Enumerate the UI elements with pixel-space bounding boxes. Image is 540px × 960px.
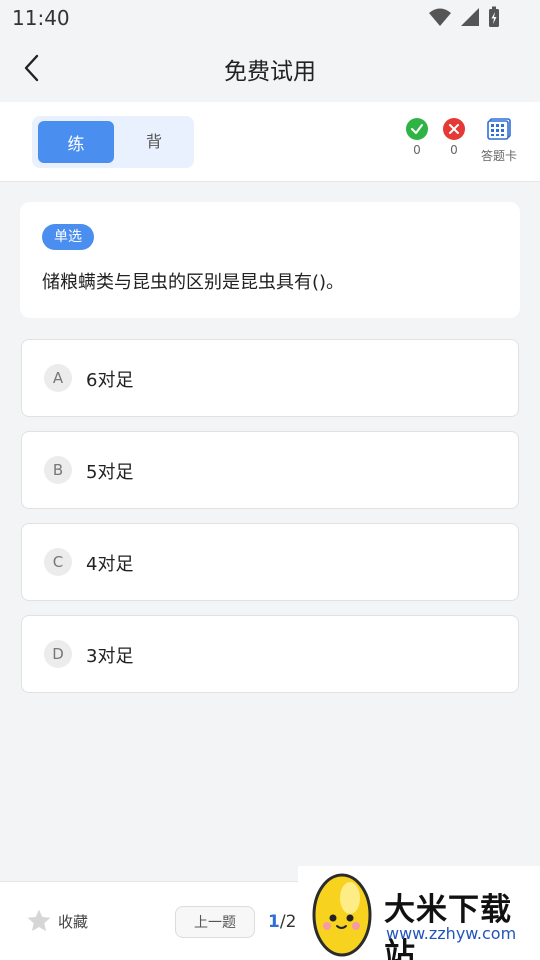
option-letter: D (44, 640, 72, 668)
question-card: 单选 储粮螨类与昆虫的区别是昆虫具有()。 (20, 202, 520, 318)
battery-icon (489, 6, 499, 27)
mode-practice-button[interactable]: 练 (38, 121, 114, 163)
wrong-count: 0 (450, 143, 458, 157)
page-title: 免费试用 (224, 59, 316, 85)
page-indicator: 1/2 (268, 912, 296, 932)
answer-sheet-label: 答题卡 (480, 149, 517, 163)
question-text: 储粮螨类与昆虫的区别是昆虫具有()。 (42, 272, 345, 293)
status-icons (428, 6, 500, 28)
option-letter: B (44, 456, 72, 484)
cross-circle-icon (443, 118, 465, 140)
question-type-badge: 单选 (42, 224, 94, 250)
option-a[interactable]: A 6对足 (21, 339, 519, 417)
answer-sheet-button[interactable]: 答题卡 (476, 118, 522, 164)
page-total: /2 (279, 912, 297, 932)
mode-memorize-button[interactable]: 背 (126, 125, 182, 155)
status-time: 11:40 (12, 6, 70, 30)
prev-question-button[interactable]: 上一题 (175, 906, 255, 938)
correct-count: 0 (413, 143, 421, 157)
correct-stat: 0 (404, 118, 430, 157)
grid-icon (487, 118, 511, 140)
favorite-label: 收藏 (58, 912, 89, 931)
check-circle-icon (406, 118, 428, 140)
wrong-stat: 0 (441, 118, 467, 157)
nav-bar: 免费试用 (0, 36, 540, 102)
mode-bar: 练 背 0 0 答题卡 (0, 102, 540, 182)
rice-grain-mascot-icon (312, 873, 372, 957)
option-b[interactable]: B 5对足 (21, 431, 519, 509)
mode-toggle: 练 背 (32, 116, 194, 168)
option-text: 4对足 (86, 554, 134, 575)
status-bar: 11:40 (0, 0, 540, 36)
option-letter: A (44, 364, 72, 392)
wifi-icon (429, 8, 451, 26)
watermark-title: 大米下载站 (384, 892, 512, 960)
page-current: 1 (268, 912, 280, 932)
option-letter: C (44, 548, 72, 576)
favorite-button[interactable]: 收藏 (26, 908, 88, 934)
watermark-url: www.zzhyw.com (386, 924, 517, 943)
watermark: 大米下载站 www.zzhyw.com (298, 866, 540, 960)
option-c[interactable]: C 4对足 (21, 523, 519, 601)
signal-icon (461, 8, 479, 26)
option-text: 6对足 (86, 370, 134, 391)
option-d[interactable]: D 3对足 (21, 615, 519, 693)
star-icon (27, 909, 51, 932)
option-text: 5对足 (86, 462, 134, 483)
option-text: 3对足 (86, 646, 134, 667)
